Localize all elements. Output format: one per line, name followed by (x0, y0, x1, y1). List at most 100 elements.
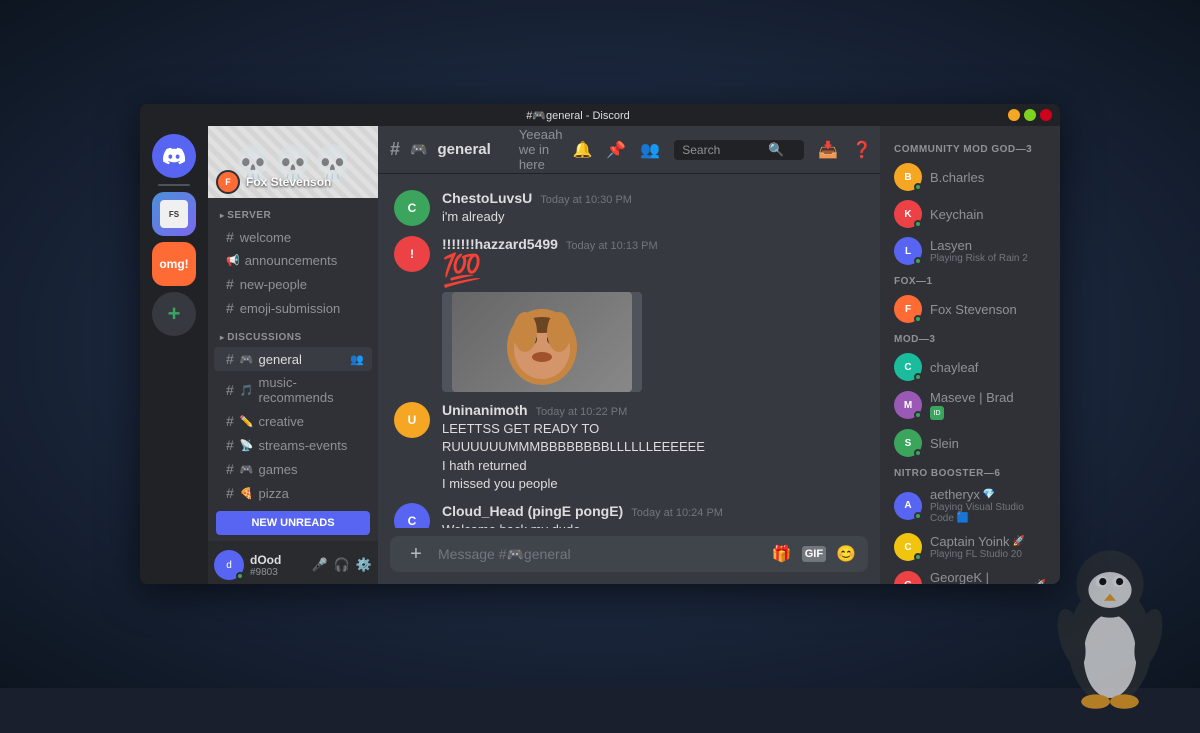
member-name: Captain Yoink (930, 534, 1010, 549)
message-group: U Uninanimoth Today at 10:22 PM LEETTSS … (390, 398, 868, 497)
header-icons: 🔔 📌 👥 🔍 📥 ❓ (572, 140, 872, 160)
member-b-charles[interactable]: B B.charles (888, 159, 1052, 195)
channel-music-recommends[interactable]: # 🎵 music-recommends (214, 371, 372, 409)
new-unreads-button[interactable]: NEW UNREADS (216, 511, 370, 535)
msg-content: ChestoLuvsU Today at 10:30 PM i'm alread… (442, 190, 864, 226)
member-status (914, 373, 922, 381)
channel-sidebar-banner: 💀💀💀 F Fox Stevenson (208, 126, 378, 198)
messages-list: C ChestoLuvsU Today at 10:30 PM i'm alre… (378, 174, 880, 528)
member-name: Fox Stevenson (930, 302, 1017, 317)
msg-avatar: U (394, 402, 430, 438)
member-avatar: L (894, 237, 922, 265)
server-sidebar: FS omg! + (140, 126, 208, 584)
minimize-button[interactable] (1008, 109, 1020, 121)
member-aetheryx[interactable]: A aetheryx 💎 Playing Visual Studio Code … (888, 483, 1052, 528)
pin-icon[interactable]: 📌 (606, 140, 626, 160)
message-input-area: + 🎁 GIF 😊 (378, 528, 880, 584)
channel-general-active[interactable]: # 🎮 general 👥 (214, 347, 372, 371)
server-separator (158, 184, 190, 186)
section-server[interactable]: SERVER (208, 198, 378, 225)
search-icon: 🔍 (768, 142, 784, 158)
channel-new-people[interactable]: # new-people (214, 272, 372, 296)
msg-author[interactable]: Cloud_Head (pingE pongE) (442, 503, 623, 519)
maximize-button[interactable] (1024, 109, 1036, 121)
notification-icon[interactable]: 🔔 (572, 140, 592, 160)
deafen-button[interactable]: 🎧 (334, 557, 350, 573)
server-icon-discord-home[interactable] (152, 134, 196, 178)
message-input[interactable] (438, 536, 764, 572)
member-keychain[interactable]: K Keychain (888, 196, 1052, 232)
member-info: GeorgeK | Zelvan 🚀 (930, 570, 1046, 584)
search-input[interactable] (682, 143, 762, 157)
member-status (914, 257, 922, 265)
close-button[interactable] (1040, 109, 1052, 121)
message-group: C Cloud_Head (pingE pongE) Today at 10:2… (390, 499, 868, 528)
username: dOod (250, 553, 305, 567)
member-lasyen[interactable]: L Lasyen Playing Risk of Rain 2 (888, 233, 1052, 269)
msg-text: I missed you people (442, 475, 864, 493)
msg-text: I hath returned (442, 457, 864, 475)
user-avatar: d (214, 550, 244, 580)
channel-emoji-submission[interactable]: # emoji-submission (214, 296, 372, 320)
msg-content: Uninanimoth Today at 10:22 PM LEETTSS GE… (442, 402, 864, 493)
member-fox-stevenson[interactable]: F Fox Stevenson (888, 291, 1052, 327)
member-slein[interactable]: S Slein (888, 425, 1052, 461)
section-discussions[interactable]: DISCUSSIONS (208, 320, 378, 347)
member-avatar: M (894, 391, 922, 419)
channel-games[interactable]: # 🎮 games (214, 457, 372, 481)
channel-hash-icon: # (390, 139, 400, 160)
message-group: ! !!!!!!!hazzard5499 Today at 10:13 PM 💯 (390, 232, 868, 396)
msg-header: ChestoLuvsU Today at 10:30 PM (442, 190, 864, 206)
msg-content: !!!!!!!hazzard5499 Today at 10:13 PM 💯 (442, 236, 864, 392)
member-info: aetheryx 💎 Playing Visual Studio Code 🟦 (930, 487, 1046, 524)
member-maseve-brad[interactable]: M Maseve | Brad ID (888, 386, 1052, 424)
inbox-icon[interactable]: 📥 (818, 140, 838, 160)
gif-icon[interactable]: GIF (802, 546, 826, 562)
msg-author[interactable]: Uninanimoth (442, 402, 528, 418)
settings-button[interactable]: ⚙️ (356, 557, 372, 573)
help-icon[interactable]: ❓ (852, 140, 872, 160)
member-chayleaf[interactable]: C chayleaf (888, 349, 1052, 385)
member-georgek-zelvan[interactable]: G GeorgeK | Zelvan 🚀 (888, 566, 1052, 584)
mute-button[interactable]: 🎤 (311, 557, 327, 573)
msg-header: Uninanimoth Today at 10:22 PM (442, 402, 864, 418)
msg-avatar: C (394, 503, 430, 528)
msg-author[interactable]: !!!!!!!hazzard5499 (442, 236, 558, 252)
member-activity: Playing Risk of Rain 2 (930, 253, 1028, 264)
msg-content: Cloud_Head (pingE pongE) Today at 10:24 … (442, 503, 864, 528)
user-tag: #9803 (250, 567, 305, 578)
attach-button[interactable]: + (402, 543, 430, 566)
server-icon-omg[interactable]: omg! (152, 242, 196, 286)
member-info: B.charles (930, 170, 984, 185)
channel-pizza[interactable]: # 🍕 pizza (214, 481, 372, 505)
member-status (914, 315, 922, 323)
user-bar: d dOod #9803 🎤 🎧 ⚙️ (208, 541, 378, 584)
member-info: Keychain (930, 207, 983, 222)
members-icon[interactable]: 👥 (640, 140, 660, 160)
member-info: Captain Yoink 🚀 Playing FL Studio 20 (930, 534, 1025, 560)
user-controls: 🎤 🎧 ⚙️ (311, 557, 372, 573)
search-bar[interactable]: 🔍 (674, 140, 804, 160)
channel-header: # 🎮 general Yeeaah we in here 🔔 📌 👥 🔍 📥 (378, 126, 880, 174)
desktop-background: #🎮general - Discord FS (0, 0, 1200, 688)
channel-welcome[interactable]: # welcome (214, 225, 372, 249)
member-status (914, 411, 922, 419)
gift-icon[interactable]: 🎁 (772, 544, 792, 564)
member-captain-yoink[interactable]: C Captain Yoink 🚀 Playing FL Studio 20 (888, 529, 1052, 565)
msg-author[interactable]: ChestoLuvsU (442, 190, 532, 206)
channel-header-name: general (437, 141, 490, 158)
channel-streams-events[interactable]: # 📡 streams-events (214, 433, 372, 457)
boost-icon-2: 🚀 (1034, 580, 1046, 585)
emoji-icon[interactable]: 😊 (836, 544, 856, 564)
channel-announcements[interactable]: 📢 announcements (214, 249, 372, 272)
msg-image (442, 292, 642, 392)
member-info: chayleaf (930, 360, 978, 375)
member-avatar: G (894, 571, 922, 584)
member-section-community-mod: COMMUNITY MOD GOD—3 (888, 138, 1052, 159)
add-server-button[interactable]: + (152, 292, 196, 336)
member-name: Lasyen (930, 238, 1028, 253)
member-status (914, 449, 922, 457)
member-status (914, 183, 922, 191)
server-icon-fox-stevenson[interactable]: FS (152, 192, 196, 236)
channel-creative[interactable]: # ✏️ creative (214, 409, 372, 433)
